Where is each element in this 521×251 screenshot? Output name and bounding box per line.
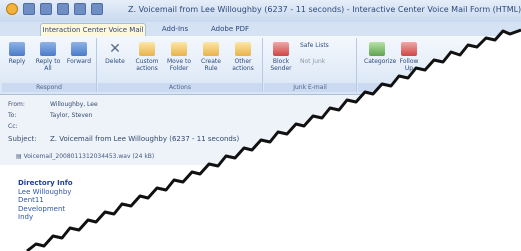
outlook-window: Z. Voicemail from Lee Willoughby (6237 -… — [0, 0, 521, 251]
torn-paper-edge — [26, 28, 521, 251]
